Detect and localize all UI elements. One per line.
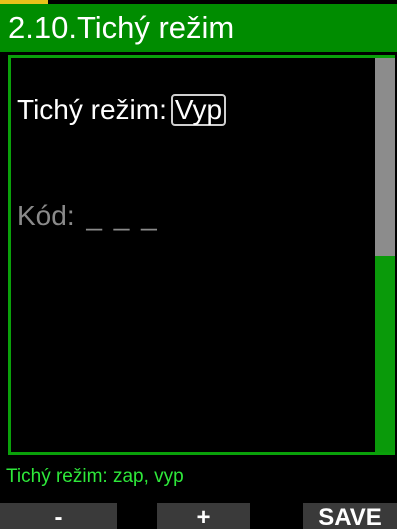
silent-mode-label: Tichý režim: — [17, 94, 167, 125]
softkey-bar: - + SAVE — [0, 503, 397, 529]
page-title: 2.10.Tichý režim — [0, 4, 397, 52]
help-text: Tichý režim: zap, vyp — [6, 466, 184, 487]
code-label: Kód: — [17, 200, 75, 231]
code-value[interactable]: _ _ _ — [86, 200, 158, 231]
minus-button[interactable]: - — [0, 503, 117, 529]
scrollbar[interactable] — [375, 58, 395, 452]
scrollbar-thumb[interactable] — [375, 58, 395, 256]
plus-button[interactable]: + — [157, 503, 250, 529]
code-row[interactable]: Kód: _ _ _ — [17, 200, 159, 232]
silent-mode-row[interactable]: Tichý režim: Vyp — [17, 94, 227, 126]
silent-mode-value[interactable]: Vyp — [170, 94, 227, 126]
save-button[interactable]: SAVE — [303, 503, 397, 529]
settings-panel: Tichý režim: Vyp Kód: _ _ _ — [8, 55, 395, 455]
